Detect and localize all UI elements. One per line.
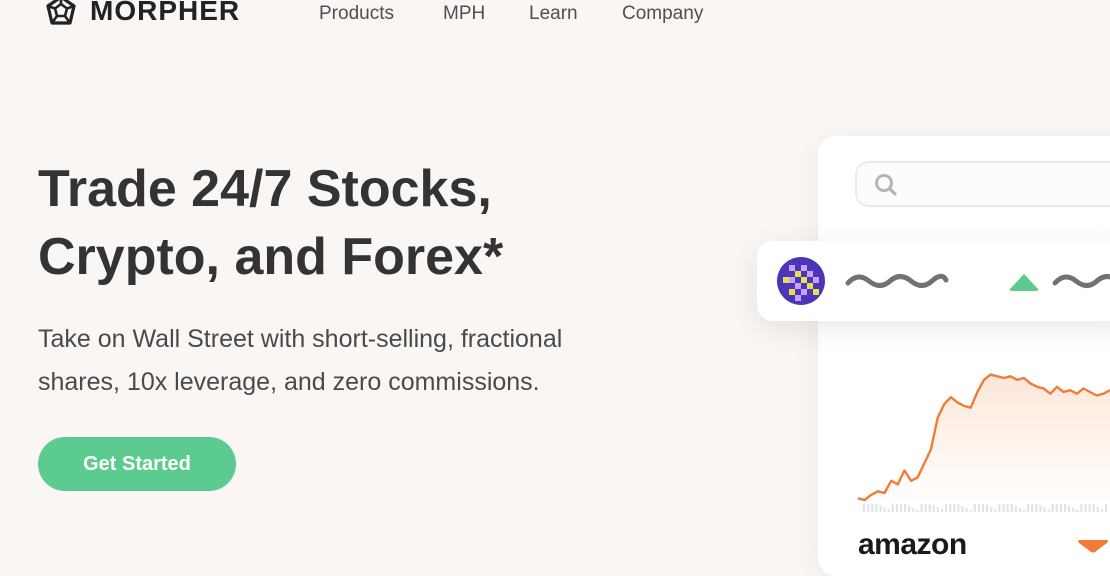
volume-bar xyxy=(940,509,944,512)
volume-bar xyxy=(990,507,993,512)
checkered-token-icon xyxy=(777,257,825,305)
volume-bar xyxy=(1039,505,1042,512)
get-started-button[interactable]: Get Started xyxy=(38,437,236,491)
volume-bar xyxy=(981,503,985,512)
nav-link-company[interactable]: Company xyxy=(622,3,703,25)
ticker-value-placeholder xyxy=(1052,274,1110,288)
nav-link-learn[interactable]: Learn xyxy=(529,3,578,25)
price-chart xyxy=(857,373,1110,512)
ticker-card[interactable] xyxy=(757,241,1110,321)
nav-link-products[interactable]: Products xyxy=(319,3,394,25)
volume-bar xyxy=(957,504,960,512)
volume-bar xyxy=(965,508,968,512)
volume-bar xyxy=(1068,506,1071,512)
volume-bar xyxy=(986,505,989,512)
hero-subtitle-line-1: Take on Wall Street with short-selling, … xyxy=(38,325,563,353)
brand-name: MORPHER xyxy=(90,0,241,26)
brand-logo[interactable]: MORPHER xyxy=(44,0,240,28)
volume-bar xyxy=(1018,508,1021,512)
volume-bar xyxy=(1043,507,1046,512)
volume-bar xyxy=(1096,507,1099,512)
trend-down-icon xyxy=(1078,540,1108,553)
volume-bar xyxy=(1088,503,1091,512)
nav-link-mph[interactable]: MPH xyxy=(443,3,485,25)
volume-bar xyxy=(961,506,964,512)
top-nav: MORPHER Products MPH Learn Company xyxy=(0,0,1110,30)
hero-title-line-2: Crypto, and Forex* xyxy=(38,228,504,286)
volume-bar xyxy=(875,503,878,512)
volume-bar xyxy=(1100,509,1103,512)
ticker-name-placeholder xyxy=(845,273,949,288)
volume-bar xyxy=(994,509,997,512)
volume-bar xyxy=(969,510,972,512)
volume-bar xyxy=(1072,508,1075,512)
hero-title: Trade 24/7 Stocks, Crypto, and Forex* xyxy=(38,155,503,291)
company-label: amazon xyxy=(858,528,967,561)
hero-title-line-1: Trade 24/7 Stocks, xyxy=(38,160,492,218)
search-input[interactable] xyxy=(855,161,1110,207)
volume-bar xyxy=(1047,509,1050,512)
volume-bar xyxy=(1022,510,1026,512)
volume-bar xyxy=(932,505,935,512)
volume-bar xyxy=(1014,506,1017,512)
volume-bar xyxy=(936,507,939,512)
volume-bar xyxy=(916,510,919,512)
volume-bar xyxy=(1010,504,1013,512)
volume-bar xyxy=(912,508,915,512)
search-icon xyxy=(875,174,897,196)
volume-bar xyxy=(928,503,931,512)
morpher-logo-icon xyxy=(46,0,76,25)
volume-bar xyxy=(879,505,882,512)
volume-bar xyxy=(883,507,886,512)
volume-bar xyxy=(908,506,911,512)
volume-bar xyxy=(887,509,890,512)
volume-bar xyxy=(904,504,907,512)
hero-subtitle-line-2: shares, 10x leverage, and zero commissio… xyxy=(38,368,540,396)
volume-bar xyxy=(1076,510,1079,512)
hero-subtitle: Take on Wall Street with short-selling, … xyxy=(38,318,658,404)
trend-up-icon xyxy=(1009,274,1039,291)
